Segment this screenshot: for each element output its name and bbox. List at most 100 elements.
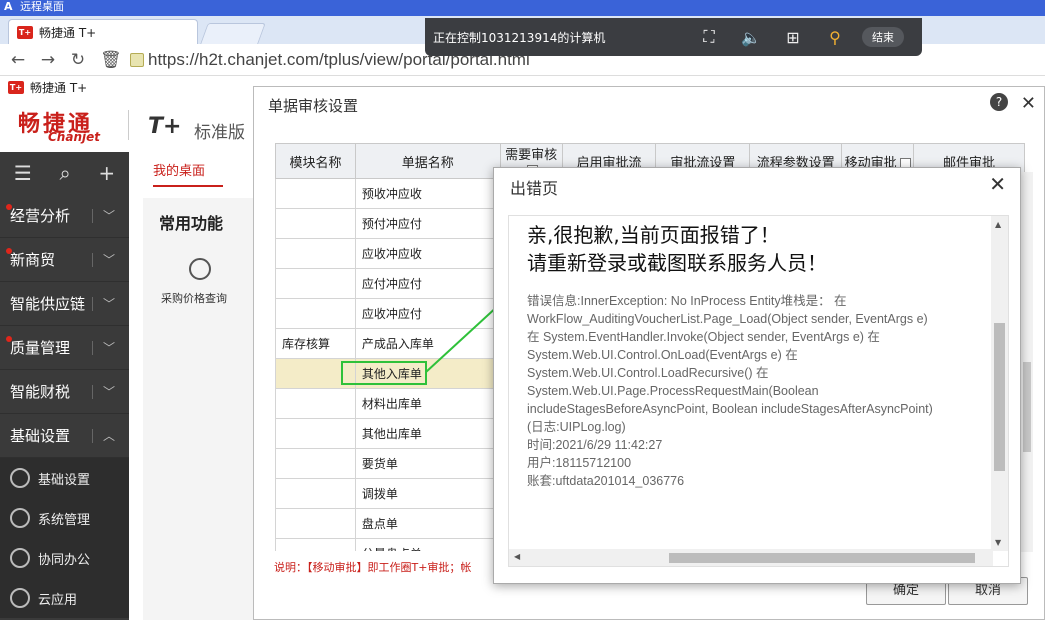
notification-dot <box>6 336 12 342</box>
scroll-up-icon[interactable]: ▲ <box>995 220 1001 229</box>
close-icon[interactable]: ✕ <box>989 172 1006 196</box>
highlight-box <box>341 361 427 385</box>
module-cell <box>275 238 356 269</box>
error-detail-line: 在 System.EventHandler.Invoke(Object send… <box>527 330 880 344</box>
forward-icon[interactable]: → <box>40 51 56 68</box>
close-icon[interactable]: ✕ <box>1021 93 1036 114</box>
sidebar-subitem[interactable]: 系统管理 <box>0 498 129 538</box>
window-icon[interactable]: ⊞ <box>772 28 814 47</box>
sidebar-subitem-label: 云应用 <box>38 592 78 608</box>
dialog-scrollbar[interactable] <box>1021 172 1033 552</box>
error-detail-line: WorkFlow_AuditingVoucherList.Page_Load(O… <box>527 312 928 326</box>
purchase-price-icon[interactable] <box>189 258 211 280</box>
error-dialog: 出错页 ✕ 亲,很抱歉,当前页面报错了！ 请重新登录或截图联系服务人员！ 错误信… <box>493 167 1021 584</box>
product-logo: T+ <box>148 114 182 139</box>
sidebar-subitem[interactable]: 云应用 <box>0 578 129 618</box>
speaker-icon[interactable]: 🔈 <box>730 28 772 47</box>
sidebar-subitem[interactable]: 基础设置 <box>0 458 129 498</box>
my-desktop: 我的桌面 常用功能 采购价格查询 <box>129 152 253 620</box>
chevron-icon[interactable]: ﹀ <box>103 207 115 224</box>
back-icon[interactable]: ← <box>10 51 26 68</box>
sidebar-item[interactable]: 新商贸 ﹀ <box>0 238 129 282</box>
search-icon[interactable]: ⌕ <box>59 161 70 185</box>
sidebar-item[interactable]: 基础设置 ︿ <box>0 414 129 458</box>
sidebar-item-label: 新商贸 <box>10 251 56 269</box>
add-icon[interactable]: + <box>98 161 115 185</box>
error-detail-line: 错误信息:InnerException: No InProcess Entity… <box>527 294 847 308</box>
error-detail-line: (日志:UIPLog.log) <box>527 420 626 434</box>
subitem-icon <box>10 548 30 568</box>
remote-logo-icon: A <box>4 0 13 13</box>
column-header-label: 需要审核 <box>505 148 558 163</box>
help-icon[interactable]: ? <box>990 93 1008 111</box>
chevron-icon[interactable]: ﹀ <box>103 251 115 268</box>
document-cell: 预付冲应付 <box>354 208 501 239</box>
sidebar-item-label: 智能财税 <box>10 383 71 401</box>
sidebar-item[interactable]: 质量管理 ﹀ <box>0 326 129 370</box>
dialog-title: 单据审核设置 <box>268 97 359 115</box>
chevron-icon[interactable]: ﹀ <box>103 295 115 312</box>
pin-icon[interactable]: ⚲ <box>814 28 856 47</box>
sidebar-item[interactable]: 经营分析 ﹀ <box>0 194 129 238</box>
sidebar-item-label: 经营分析 <box>10 207 71 225</box>
sidebar-item[interactable]: 智能供应链 ﹀ <box>0 282 129 326</box>
scroll-left-icon[interactable]: ◀ <box>514 552 520 561</box>
menu-icon[interactable]: ☰ <box>14 161 32 185</box>
module-cell <box>275 178 356 209</box>
tab-title: 畅捷通 T+ <box>39 25 97 40</box>
error-dialog-title: 出错页 <box>510 179 559 198</box>
sidebar-subitem-label: 系统管理 <box>38 512 91 528</box>
error-content: 亲,很抱歉,当前页面报错了！ 请重新登录或截图联系服务人员！ 错误信息:Inne… <box>508 215 1009 567</box>
brand-subtitle: Chanjet <box>48 130 100 144</box>
sidebar-subitem-label: 基础设置 <box>38 472 91 488</box>
scroll-down-icon[interactable]: ▼ <box>995 538 1001 547</box>
sidebar-item-label: 基础设置 <box>10 427 71 445</box>
sidebar-item[interactable]: 智能财税 ﹀ <box>0 370 129 414</box>
browser-tab[interactable]: T+ 畅捷通 T+ <box>8 19 198 44</box>
remote-app-title: 远程桌面 <box>20 0 65 13</box>
remote-desktop-titlebar: A 远程桌面 <box>0 0 1045 16</box>
bookmark-item[interactable]: 畅捷通 T+ <box>30 79 87 96</box>
module-cell <box>275 418 356 449</box>
fit-screen-icon[interactable]: ⛶ <box>688 27 730 47</box>
product-edition: 标准版 <box>194 123 245 143</box>
document-cell: 其他出库单 <box>354 418 501 449</box>
reload-icon[interactable]: ↻ <box>70 51 86 68</box>
chevron-icon[interactable]: ﹀ <box>103 383 115 400</box>
error-detail-line: System.Web.UI.Page.ProcessRequestMain(Bo… <box>527 384 819 398</box>
module-cell <box>275 478 356 509</box>
document-cell: 应收冲应收 <box>354 238 501 269</box>
new-tab-button[interactable] <box>200 23 266 44</box>
chevron-icon[interactable]: ﹀ <box>103 339 115 356</box>
sidebar-subitem-label: 协同办公 <box>38 552 91 568</box>
shortcut-label[interactable]: 采购价格查询 <box>161 290 227 306</box>
dialog-note: 说明：【移动审批】即工作圈T+审批；帐 <box>274 561 472 574</box>
sidebar: ☰ ⌕ + 经营分析 ﹀ 新商贸 ﹀ 智能供应链 ﹀ 质量管理 ﹀ 智能财税 ﹀ 基础设置 ︿ 基础设… <box>0 152 129 620</box>
sidebar-divider <box>92 297 93 311</box>
end-session-button[interactable]: 结束 <box>862 27 904 47</box>
bookmark-tplus-icon: T+ <box>8 80 24 94</box>
sidebar-toolbar: ☰ ⌕ + <box>0 152 129 194</box>
error-detail-line: System.Web.UI.Control.OnLoad(EventArgs e… <box>527 348 798 362</box>
subitem-icon <box>10 508 30 528</box>
tab-my-desktop[interactable]: 我的桌面 <box>153 160 223 187</box>
error-horizontal-scrollbar[interactable]: ◀ <box>509 549 993 566</box>
column-header-label: 模块名称 <box>289 155 342 171</box>
error-detail-line: 账套:uftdata201014_036776 <box>527 474 685 488</box>
module-cell <box>275 208 356 239</box>
sidebar-divider <box>92 209 93 223</box>
sidebar-item-label: 智能供应链 <box>10 295 86 313</box>
error-vertical-scrollbar[interactable]: ▲ ▼ <box>991 216 1008 551</box>
sidebar-subitem[interactable]: 协同办公 <box>0 538 129 578</box>
error-detail-line: 时间:2021/6/29 11:42:27 <box>527 438 663 452</box>
document-cell: 材料出库单 <box>354 388 501 419</box>
column-header: 模块名称 <box>275 143 356 179</box>
error-headline: 亲,很抱歉,当前页面报错了！ 请重新登录或截图联系服务人员！ <box>527 221 827 277</box>
trash-icon[interactable]: 🗑 <box>100 51 122 68</box>
document-cell: 调拨单 <box>354 478 501 509</box>
chevron-icon[interactable]: ︿ <box>103 427 115 444</box>
tplus-favicon-icon: T+ <box>17 25 33 39</box>
subitem-icon <box>10 468 30 488</box>
notification-dot <box>6 248 12 254</box>
module-cell <box>275 508 356 539</box>
